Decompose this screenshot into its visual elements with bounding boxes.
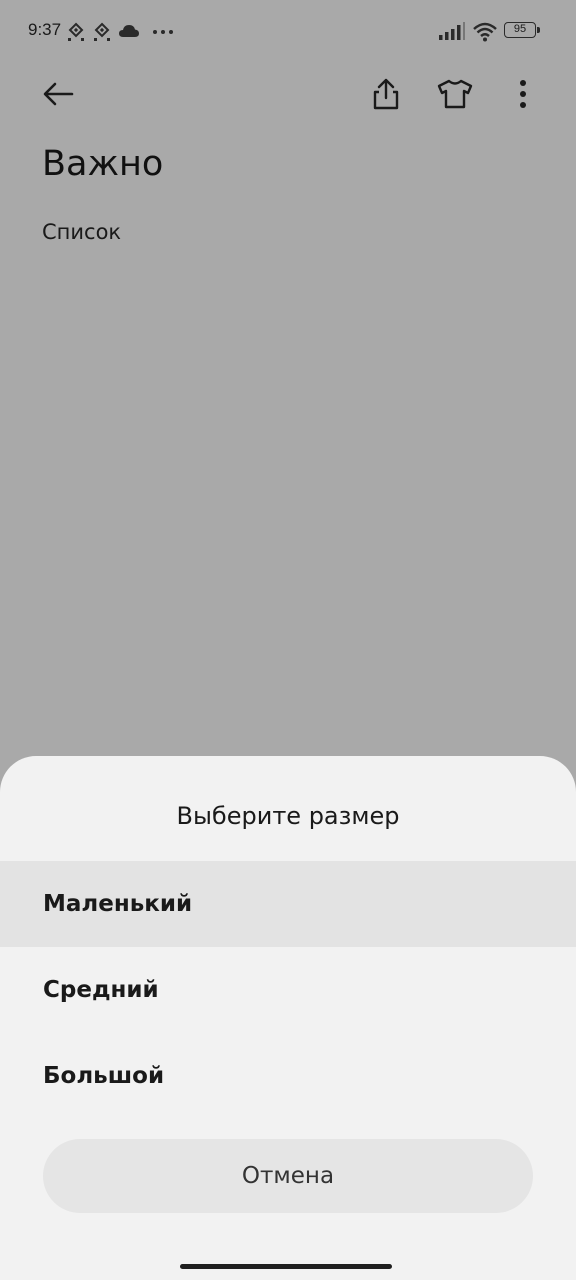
battery-icon: 95 xyxy=(504,22,536,38)
share-icon xyxy=(373,78,399,110)
status-bar: 9:37 95 xyxy=(0,0,576,64)
option-label: Большой xyxy=(43,1063,165,1089)
home-indicator[interactable] xyxy=(180,1264,392,1269)
more-dots-icon xyxy=(153,30,173,34)
binance-icon xyxy=(68,22,84,41)
back-arrow-icon xyxy=(43,82,74,106)
more-vertical-icon xyxy=(520,80,526,108)
note-title[interactable]: Важно xyxy=(42,144,163,184)
size-bottom-sheet: Выберите размер Маленький Средний Большо… xyxy=(0,756,576,1280)
back-button[interactable] xyxy=(34,70,82,118)
theme-button[interactable] xyxy=(431,70,479,118)
battery-level: 95 xyxy=(513,23,527,35)
note-body[interactable]: Список xyxy=(42,220,121,244)
cancel-button[interactable]: Отмена xyxy=(43,1139,533,1213)
binance-icon xyxy=(94,22,110,41)
more-options-button[interactable] xyxy=(499,70,547,118)
option-medium[interactable]: Средний xyxy=(0,947,576,1033)
wifi-icon xyxy=(473,22,497,42)
battery-tip xyxy=(537,27,540,33)
option-large[interactable]: Большой xyxy=(0,1033,576,1119)
option-label: Маленький xyxy=(43,891,193,917)
option-small[interactable]: Маленький xyxy=(0,861,576,947)
option-label: Средний xyxy=(43,977,159,1003)
signal-icon xyxy=(439,22,465,40)
share-button[interactable] xyxy=(362,70,410,118)
status-time: 9:37 xyxy=(28,20,62,39)
sheet-title: Выберите размер xyxy=(176,802,400,830)
cancel-label: Отмена xyxy=(241,1163,335,1189)
tshirt-theme-icon xyxy=(437,79,473,109)
screen: 9:37 95 Важно Список Выберите размер Мал… xyxy=(0,0,576,1280)
cloud-icon xyxy=(119,25,139,37)
